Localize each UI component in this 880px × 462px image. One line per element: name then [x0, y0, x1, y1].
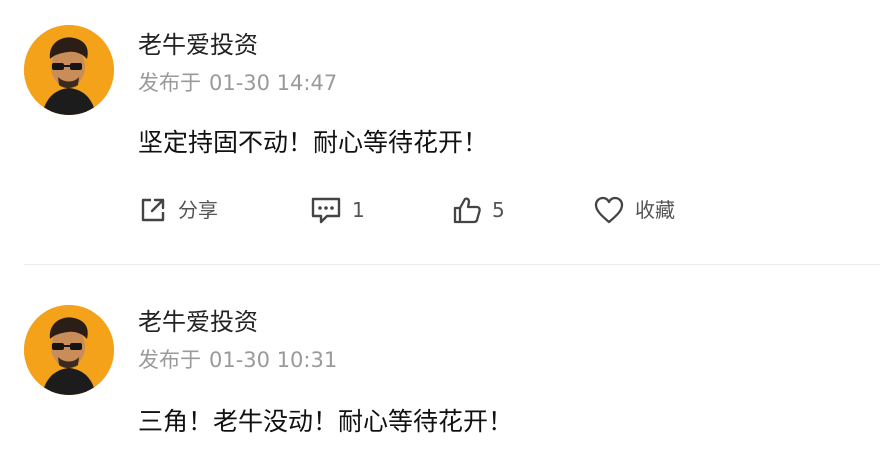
- publish-timestamp: 01-30 14:47: [209, 71, 338, 95]
- avatar-portrait-icon: [24, 305, 114, 395]
- share-label: 分享: [178, 198, 218, 222]
- favorite-label: 收藏: [635, 198, 675, 222]
- author-name[interactable]: 老牛爱投资: [138, 30, 258, 60]
- share-icon: [141, 198, 165, 222]
- publish-timestamp: 01-30 10:31: [209, 348, 338, 372]
- like-icon: [453, 197, 481, 224]
- comment-icon: [311, 197, 341, 224]
- publish-prefix: 发布于: [138, 71, 201, 95]
- favorite-icon: [594, 196, 624, 224]
- share-button[interactable]: 分享: [138, 190, 218, 230]
- author-name[interactable]: 老牛爱投资: [138, 307, 258, 337]
- like-button[interactable]: 5: [452, 190, 505, 230]
- like-count: 5: [492, 198, 505, 222]
- comment-count: 1: [352, 198, 365, 222]
- publish-time: 发布于 01-30 10:31: [138, 347, 337, 373]
- post-content[interactable]: 坚定持固不动！耐心等待花开！: [138, 127, 488, 159]
- avatar[interactable]: [24, 305, 114, 395]
- post-content[interactable]: 三角！老牛没动！耐心等待花开！: [138, 406, 513, 438]
- avatar-portrait-icon: [24, 25, 114, 115]
- comment-button[interactable]: 1: [310, 190, 365, 230]
- publish-time: 发布于 01-30 14:47: [138, 70, 337, 96]
- post-actions: 分享 1 5 收藏: [0, 190, 880, 230]
- publish-prefix: 发布于: [138, 348, 201, 372]
- post-item: 老牛爱投资 发布于 01-30 10:31 三角！老牛没动！耐心等待花开！: [0, 265, 880, 462]
- favorite-button[interactable]: 收藏: [593, 190, 675, 230]
- avatar[interactable]: [24, 25, 114, 115]
- post-item: 老牛爱投资 发布于 01-30 14:47 坚定持固不动！耐心等待花开！ 分享 1: [0, 0, 880, 264]
